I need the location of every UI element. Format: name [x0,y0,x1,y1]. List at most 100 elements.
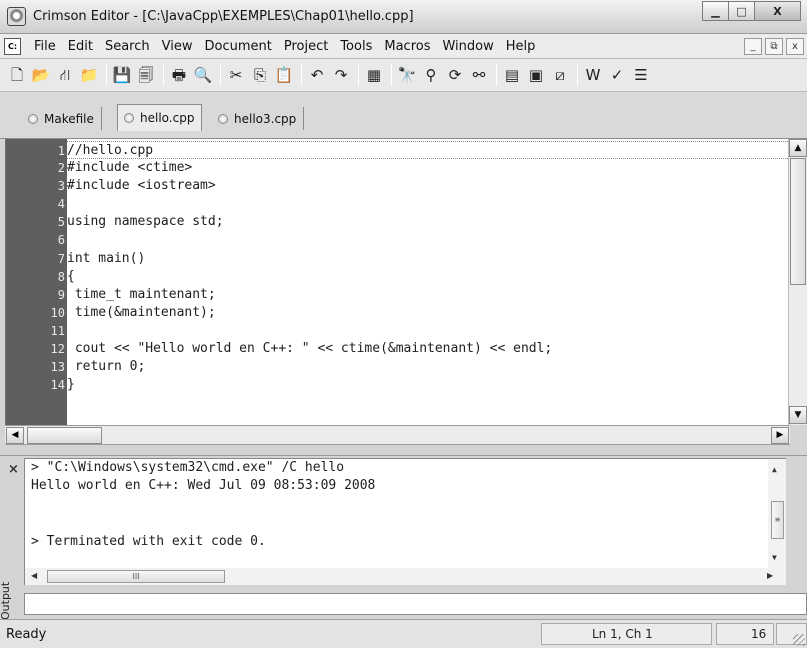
code-line[interactable]: 9 time_t maintenant; [58,286,788,304]
menu-search[interactable]: Search [99,39,156,54]
output-text-area[interactable]: > "C:\Windows\system32\cmd.exe" /C hello… [24,458,786,569]
paste-icon[interactable]: 📋 [273,64,295,86]
menu-tools[interactable]: Tools [334,39,378,54]
open-file-icon[interactable]: 📂 [30,64,52,86]
line-numbers-icon[interactable]: ☰ [630,64,652,86]
code-area[interactable]: 1//hello.cpp 2 #include <ctime> 3 #include <… [51,141,788,425]
output-scroll-left-icon[interactable]: ◀ [31,571,37,580]
maximize-button[interactable]: □ [728,1,755,21]
line-number: 3 [57,179,65,194]
document-icon[interactable]: C: [4,37,21,55]
menu-window[interactable]: Window [436,39,499,54]
cut-icon[interactable]: ✂ [225,64,247,86]
output-scroll-down-icon[interactable]: ▼ [772,553,777,562]
code-line[interactable]: 2 #include <ctime> [58,159,788,177]
menu-document[interactable]: Document [198,39,277,54]
output-line: Hello world en C++: Wed Jul 09 08:53:09 … [31,478,376,494]
code-line[interactable]: 1//hello.cpp [58,141,788,160]
minimize-button[interactable]: ▁ [702,1,729,21]
tab-hello-cpp[interactable]: hello.cpp [117,104,203,131]
status-value: 16 [716,623,774,645]
status-ready-text: Ready [6,627,47,642]
code-line[interactable]: 5 using namespace std; [58,213,788,231]
output-horizontal-thumb[interactable]: III [47,570,225,583]
scroll-down-arrow-icon[interactable]: ▼ [789,406,807,424]
tab-bar: Makefile hello.cpp hello3.cpp [0,92,807,139]
word-wrap-icon[interactable]: W [582,64,604,86]
save-icon[interactable]: 💾 [111,64,133,86]
spell-check-icon[interactable]: ✓ [606,64,628,86]
output-line: > "C:\Windows\system32\cmd.exe" /C hello [31,460,345,475]
close-output-icon[interactable]: × [8,462,19,477]
toolbar-separator [106,64,107,86]
file-icon [28,113,38,124]
code-line[interactable]: 8{ [58,268,788,286]
tab-hello3-cpp[interactable]: hello3.cpp [212,107,305,130]
output-scroll-right-icon[interactable]: ▶ [767,571,773,580]
redo-icon[interactable]: ↷ [330,64,352,86]
new-file-icon[interactable]: 🗋 [6,64,28,86]
line-number: 8 [57,269,65,284]
mdi-restore-button[interactable]: ⧉ [765,37,783,55]
replace-icon[interactable]: ⟳ [444,64,466,86]
scroll-right-arrow-icon[interactable]: ▶ [771,427,789,444]
resize-grip-icon[interactable] [793,634,805,646]
file-icon [218,113,228,124]
code-text: int main() [67,250,146,266]
code-line[interactable]: 3 #include <iostream> [58,177,788,195]
find-in-files-icon[interactable]: ⚯ [468,64,490,86]
code-line[interactable]: 4 [58,195,788,213]
save-all-icon[interactable]: 🗐 [135,64,157,86]
print-preview-icon[interactable]: 🔍 [192,64,214,86]
line-number: 2 [57,161,65,176]
code-line[interactable]: 7 int main() [58,250,788,268]
editor-horizontal-scrollbar[interactable]: ◀ ▶ [5,425,790,445]
find-next-icon[interactable]: ⚲ [420,64,442,86]
print-icon[interactable]: 🖶 [168,64,190,86]
open-remote-icon[interactable]: 📁 [78,64,100,86]
window-title: Crimson Editor - [C:\JavaCpp\EXEMPLES\Ch… [33,9,414,24]
toggle-project-icon[interactable]: ⧄ [549,64,571,86]
code-line[interactable]: 13 return 0; [51,358,788,376]
code-editor[interactable]: 1//hello.cpp 2 #include <ctime> 3 #include <… [5,139,807,425]
code-line[interactable]: 10 time(&maintenant); [51,304,788,322]
menu-macros[interactable]: Macros [378,39,436,54]
output-vertical-scrollbar[interactable]: ▲ ≡ ▼ [768,459,786,569]
code-line[interactable]: 6 [58,231,788,249]
tab-label: Makefile [44,111,94,126]
mdi-minimize-button[interactable]: _ [744,37,762,55]
scroll-up-arrow-icon[interactable]: ▲ [789,139,807,157]
scroll-thumb[interactable] [790,158,806,285]
output-scroll-up-icon[interactable]: ▲ [772,465,777,474]
scroll-corner [790,425,807,445]
close-button[interactable]: X [754,1,801,21]
scroll-left-arrow-icon[interactable]: ◀ [6,427,24,444]
menu-help[interactable]: Help [500,39,542,54]
column-mode-icon[interactable]: ▦ [363,64,385,86]
menu-edit[interactable]: Edit [62,39,99,54]
output-horizontal-scrollbar[interactable]: ◀ III ▶ [24,568,786,585]
editor-vertical-scrollbar[interactable]: ▲ ▼ [788,139,807,425]
tab-makefile[interactable]: Makefile [22,107,102,130]
output-command-input[interactable] [24,593,807,615]
menu-project[interactable]: Project [278,39,334,54]
menu-file[interactable]: File [28,39,62,54]
app-icon[interactable] [7,7,26,26]
open-project-icon[interactable]: ⛙ [54,64,76,86]
find-icon[interactable]: 🔭 [396,64,418,86]
line-number: 5 [57,215,65,230]
code-line[interactable]: 11 [51,322,788,340]
output-panel-label: Output [0,581,12,620]
menu-view[interactable]: View [156,39,199,54]
code-line[interactable]: 14} [51,376,788,394]
code-line[interactable]: 12 cout << "Hello world en C++: " << cti… [51,340,788,358]
output-scroll-thumb[interactable]: ≡ [771,501,784,539]
copy-icon[interactable]: ⎘ [249,64,271,86]
horizontal-scroll-thumb[interactable] [27,427,102,444]
mdi-close-button[interactable]: x [786,37,804,55]
toggle-output-icon[interactable]: ▣ [525,64,547,86]
toggle-directory-icon[interactable]: ▤ [501,64,523,86]
undo-icon[interactable]: ↶ [306,64,328,86]
